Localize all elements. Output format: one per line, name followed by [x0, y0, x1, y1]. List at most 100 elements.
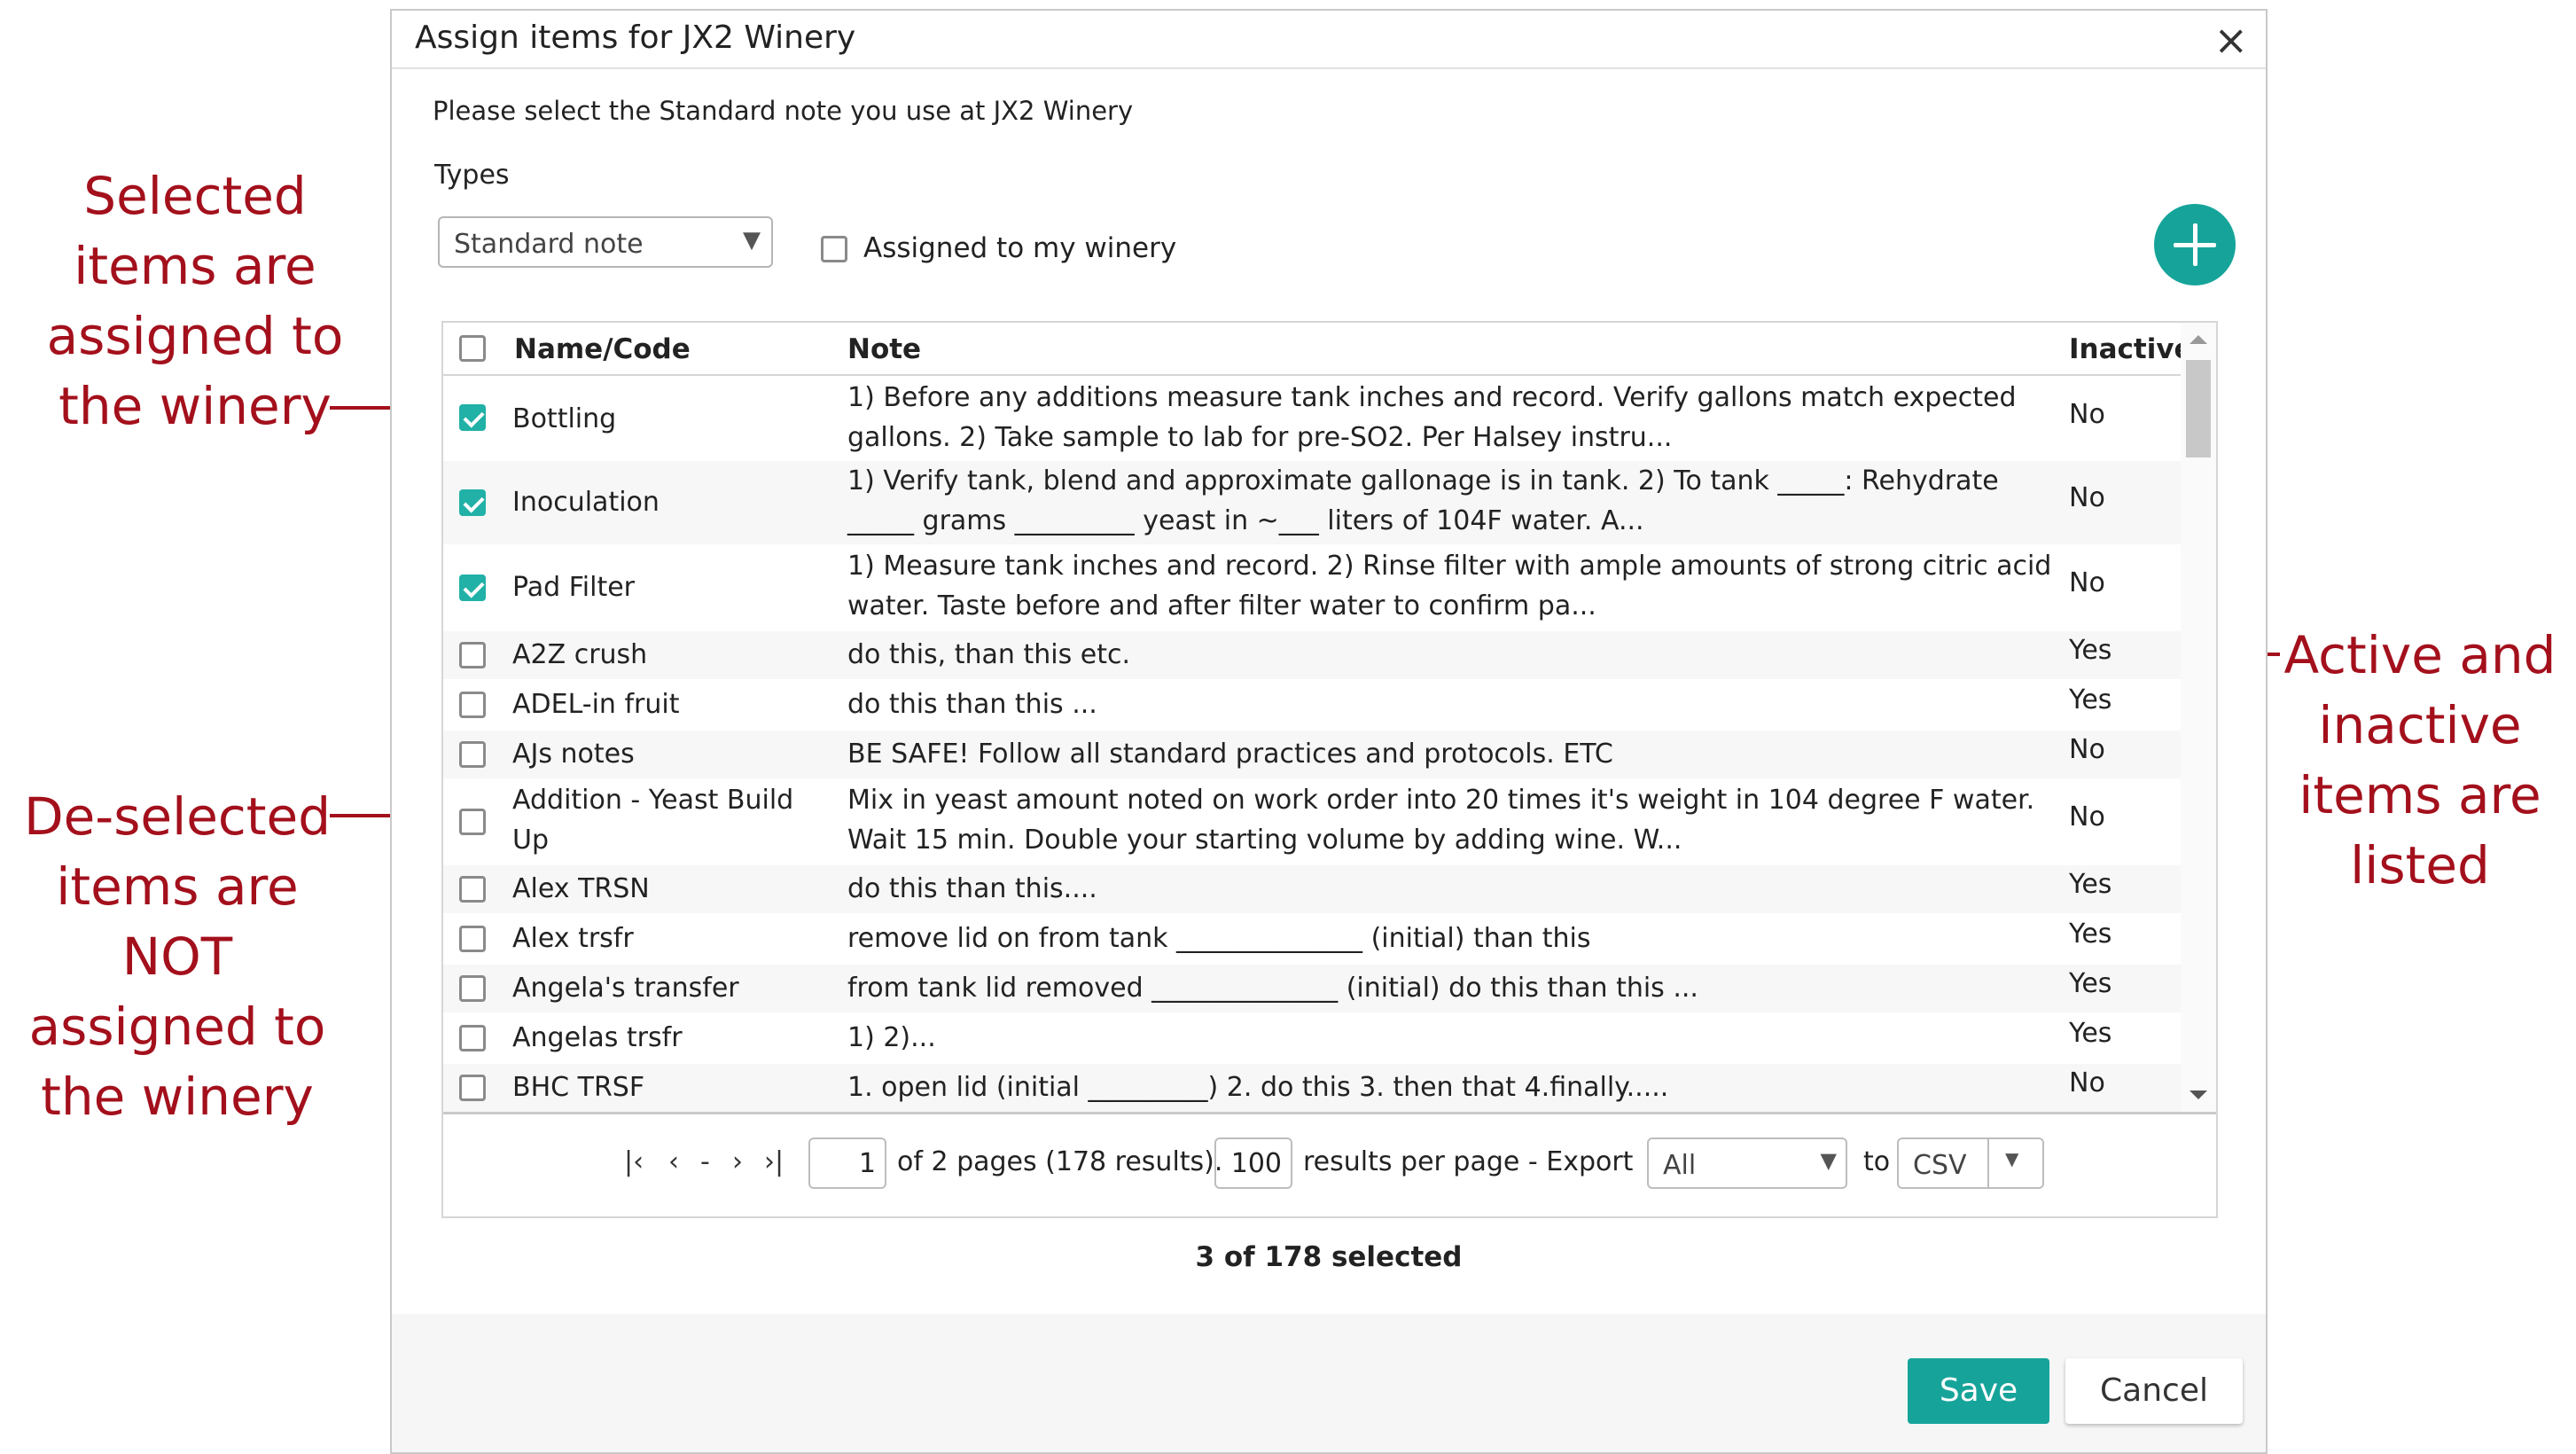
row-name: Angelas trsfr — [512, 1022, 683, 1053]
row-note: 1) Before any additions measure tank inc… — [847, 382, 2017, 453]
pages-text: of 2 pages (178 results). — [897, 1146, 1223, 1177]
row-note: 1) Measure tank inches and record. 2) Ri… — [847, 551, 2052, 621]
row-name: ADEL-in fruit — [512, 689, 680, 720]
row-note: do this, than this etc. — [847, 639, 1130, 670]
row-name: Pad Filter — [512, 572, 636, 603]
column-header-note[interactable]: Note — [847, 333, 921, 365]
annotation-deselected: De-selected items are NOT assigned to th… — [23, 786, 332, 1127]
row-inactive: Yes — [2069, 684, 2112, 715]
row-checkbox[interactable] — [459, 404, 486, 431]
export-format-dropdown[interactable]: ▼ — [1987, 1139, 2042, 1187]
grid-rows: Bottling 1) Before any additions measure… — [443, 376, 2181, 1114]
row-checkbox[interactable] — [459, 1025, 486, 1051]
scroll-thumb[interactable] — [2186, 360, 2211, 457]
column-header-inactive[interactable]: Inactive — [2069, 333, 2193, 365]
row-name: Bottling — [512, 403, 617, 434]
annotation-active-inactive: Active and inactive items are listed — [2283, 625, 2556, 895]
pager-dash: - — [700, 1146, 710, 1177]
next-page-icon[interactable]: › — [732, 1146, 743, 1177]
dropdown-arrow-icon: ▼ — [743, 227, 761, 254]
type-select-value: Standard note — [454, 229, 644, 260]
table-row[interactable]: Alex trsfr remove lid on from tank _____… — [443, 915, 2181, 963]
items-grid: Name/Code Note Inactive Bottling 1) Befo… — [441, 321, 2218, 1218]
table-row[interactable]: ADEL-in fruit do this than this ... Yes — [443, 681, 2181, 729]
prev-page-icon[interactable]: ‹ — [668, 1146, 679, 1177]
row-checkbox[interactable] — [459, 926, 486, 952]
first-page-icon[interactable]: |‹ — [624, 1146, 644, 1177]
row-inactive: No — [2069, 801, 2105, 833]
table-row[interactable]: Bottling 1) Before any additions measure… — [443, 378, 2181, 459]
table-row[interactable]: A2Z crush do this, than this etc. Yes — [443, 631, 2181, 679]
export-scope-value: All — [1663, 1150, 1697, 1181]
assigned-filter[interactable]: Assigned to my winery — [821, 232, 1176, 264]
row-name: Alex TRSN — [512, 873, 650, 904]
row-inactive: Yes — [2069, 635, 2112, 666]
row-note: do this than this.... — [847, 873, 1097, 904]
table-row[interactable]: AJs notes BE SAFE! Follow all standard p… — [443, 731, 2181, 778]
row-checkbox[interactable] — [459, 692, 486, 718]
scroll-down-icon[interactable] — [2190, 1090, 2207, 1099]
grid-pager: |‹ ‹ - › ›| 1 of 2 pages (178 results). … — [443, 1112, 2216, 1221]
row-inactive: No — [2069, 399, 2105, 430]
row-name: A2Z crush — [512, 639, 648, 670]
row-checkbox[interactable] — [459, 975, 486, 1002]
table-row[interactable]: Addition - Yeast Build Up Mix in yeast a… — [443, 780, 2181, 864]
row-name: Angela's transfer — [512, 973, 739, 1004]
types-label: Types — [434, 160, 510, 191]
export-format-value: CSV — [1913, 1150, 1967, 1181]
to-text: to — [1863, 1146, 1891, 1177]
row-checkbox[interactable] — [459, 741, 486, 768]
per-page-text: results per page - Export — [1303, 1146, 1634, 1177]
table-row[interactable]: Inoculation 1) Verify tank, blend and ap… — [443, 461, 2181, 544]
table-row[interactable]: Pad Filter 1) Measure tank inches and re… — [443, 546, 2181, 629]
grid-header: Name/Code Note Inactive — [443, 323, 2193, 376]
cancel-button[interactable]: Cancel — [2065, 1358, 2243, 1424]
row-name: BHC TRSF — [512, 1072, 645, 1103]
selected-count: 3 of 178 selected — [1195, 1241, 1463, 1273]
dialog-footer: Save Cancel — [392, 1314, 2266, 1452]
assigned-filter-checkbox[interactable] — [821, 236, 847, 262]
row-inactive: No — [2069, 482, 2105, 513]
table-row[interactable]: BHC TRSF 1. open lid (initial _________)… — [443, 1064, 2181, 1112]
annotation-selected: Selected items are assigned to the winer… — [46, 166, 344, 436]
row-note: 1) 2)... — [847, 1022, 936, 1053]
column-header-name[interactable]: Name/Code — [514, 333, 691, 365]
row-note: do this than this ... — [847, 689, 1097, 720]
assigned-filter-label: Assigned to my winery — [863, 232, 1177, 264]
grid-scrollbar[interactable] — [2181, 323, 2216, 1112]
row-checkbox[interactable] — [459, 809, 486, 835]
row-name: Alex trsfr — [512, 923, 634, 954]
row-name: AJs notes — [512, 739, 635, 770]
add-item-button[interactable] — [2154, 204, 2236, 285]
row-inactive: Yes — [2069, 919, 2112, 950]
export-scope-select[interactable]: All ▼ — [1647, 1137, 1847, 1189]
per-page-input[interactable]: 100 — [1214, 1137, 1292, 1189]
row-note: 1) Verify tank, blend and approximate ga… — [847, 465, 1999, 536]
row-note: from tank lid removed ______________ (in… — [847, 973, 1698, 1004]
row-checkbox[interactable] — [459, 575, 486, 601]
row-inactive: Yes — [2069, 968, 2112, 999]
row-checkbox[interactable] — [459, 642, 486, 668]
row-checkbox[interactable] — [459, 489, 486, 516]
table-row[interactable]: Angelas trsfr 1) 2)... Yes — [443, 1014, 2181, 1062]
assign-items-dialog: Assign items for JX2 Winery × Please sel… — [390, 9, 2268, 1454]
row-note: 1. open lid (initial _________) 2. do th… — [847, 1072, 1669, 1103]
table-row[interactable]: Alex TRSN do this than this.... Yes — [443, 865, 2181, 913]
export-format-select[interactable]: CSV ▼ — [1897, 1137, 2044, 1189]
caret-down-icon: ▼ — [2005, 1148, 2019, 1169]
row-inactive: No — [2069, 1067, 2105, 1098]
table-row[interactable]: Angela's transfer from tank lid removed … — [443, 965, 2181, 1012]
type-select[interactable]: Standard note ▼ — [438, 216, 773, 268]
dialog-titlebar: Assign items for JX2 Winery × — [392, 11, 2266, 69]
select-all-checkbox[interactable] — [459, 335, 486, 362]
row-checkbox[interactable] — [459, 876, 486, 903]
close-icon[interactable]: × — [2213, 16, 2248, 64]
row-checkbox[interactable] — [459, 1075, 486, 1101]
last-page-icon[interactable]: ›| — [764, 1146, 784, 1177]
row-inactive: Yes — [2069, 1018, 2112, 1049]
scroll-up-icon[interactable] — [2190, 335, 2207, 344]
row-note: BE SAFE! Follow all standard practices a… — [847, 739, 1613, 770]
save-button[interactable]: Save — [1908, 1358, 2049, 1424]
page-number-input[interactable]: 1 — [808, 1137, 886, 1189]
row-note: Mix in yeast amount noted on work order … — [847, 785, 2035, 856]
